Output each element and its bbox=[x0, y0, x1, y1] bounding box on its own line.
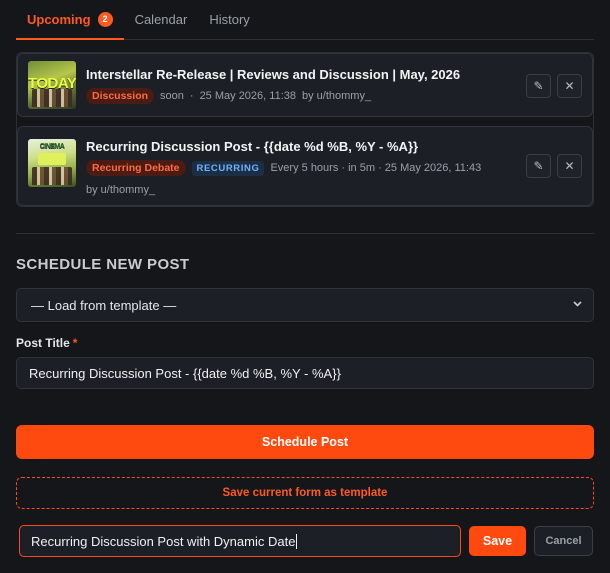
post-title-input-value: Recurring Discussion Post - {{date %d %B… bbox=[29, 365, 341, 381]
post-body: Interstellar Re-Release | Reviews and Di… bbox=[86, 67, 582, 104]
edit-button[interactable]: ✎ bbox=[526, 74, 551, 98]
post-title: Interstellar Re-Release | Reviews and Di… bbox=[86, 66, 461, 82]
tab-history-label: History bbox=[209, 11, 250, 27]
template-save-row: Recurring Discussion Post with Dynamic D… bbox=[16, 525, 594, 557]
edit-button[interactable]: ✎ bbox=[526, 154, 551, 178]
post-actions: ✎ ✕ bbox=[526, 74, 582, 98]
post-meta: Discussion soon · 25 May 2026, 11:38 by … bbox=[86, 87, 582, 104]
text-caret bbox=[296, 533, 298, 549]
upcoming-count-badge: 2 bbox=[97, 11, 113, 27]
template-select-value: — Load from template — bbox=[31, 297, 177, 313]
meta-separator: · bbox=[189, 89, 194, 102]
save-as-template-button[interactable]: Save current form as template bbox=[16, 477, 594, 509]
template-select[interactable]: — Load from template — bbox=[16, 288, 594, 322]
section-divider bbox=[16, 233, 594, 234]
post-date: 25 May 2026, 11:38 bbox=[199, 89, 296, 102]
cancel-button[interactable]: Cancel bbox=[534, 526, 593, 556]
pencil-icon: ✎ bbox=[533, 79, 544, 93]
section-title: SCHEDULE NEW POST bbox=[16, 256, 190, 273]
tab-calendar-label: Calendar bbox=[134, 11, 188, 27]
thumbnail-caption: CINEMA bbox=[39, 143, 65, 150]
tab-bar: Upcoming 2 Calendar History bbox=[16, 0, 594, 40]
chevron-down-icon bbox=[572, 298, 583, 312]
post-title: Recurring Discussion Post - {{date %d %B… bbox=[86, 139, 419, 154]
template-name-value: Recurring Discussion Post with Dynamic D… bbox=[31, 533, 296, 549]
post-title-label: Post Title * bbox=[16, 336, 594, 350]
post-actions: ✎ ✕ bbox=[526, 154, 582, 178]
thumbnail-figures bbox=[32, 167, 72, 185]
post-thumbnail: CINEMA bbox=[28, 139, 76, 187]
post-body: Recurring Discussion Post - {{date %d %B… bbox=[86, 139, 582, 197]
thumbnail-figures bbox=[32, 89, 72, 107]
upcoming-post-list: TODAY Interstellar Re-Release | Reviews … bbox=[16, 52, 594, 207]
recurring-badge: RECURRING bbox=[191, 160, 265, 176]
schedule-post-label: Schedule Post bbox=[261, 435, 349, 449]
close-icon: ✕ bbox=[564, 79, 575, 93]
flair-badge: Recurring Debate bbox=[86, 160, 186, 176]
flair-badge: Discussion bbox=[86, 87, 155, 104]
post-author: by u/thommy_ bbox=[301, 89, 372, 102]
tab-history[interactable]: History bbox=[198, 0, 260, 39]
post-author: by u/thommy_ bbox=[86, 184, 156, 196]
tab-calendar[interactable]: Calendar bbox=[124, 0, 199, 39]
post-meta: Recurring Debate RECURRING Every 5 hours… bbox=[86, 160, 582, 176]
tab-upcoming-label: Upcoming bbox=[27, 11, 91, 27]
post-title-label-text: Post Title bbox=[16, 336, 70, 350]
close-icon: ✕ bbox=[564, 159, 575, 173]
delete-button[interactable]: ✕ bbox=[557, 154, 582, 178]
save-as-template-label: Save current form as template bbox=[222, 487, 388, 499]
schedule-post-button[interactable]: Schedule Post bbox=[16, 425, 594, 459]
delete-button[interactable]: ✕ bbox=[557, 74, 582, 98]
template-name-input[interactable]: Recurring Discussion Post with Dynamic D… bbox=[19, 525, 461, 557]
post-title-input[interactable]: Recurring Discussion Post - {{date %d %B… bbox=[16, 357, 594, 389]
tab-upcoming[interactable]: Upcoming 2 bbox=[16, 0, 124, 40]
save-label: Save bbox=[482, 534, 513, 548]
post-card: TODAY Interstellar Re-Release | Reviews … bbox=[17, 53, 593, 117]
cancel-label: Cancel bbox=[545, 535, 582, 547]
post-schedule: Every 5 hours · in 5m · 25 May 2026, 11:… bbox=[270, 162, 482, 174]
scheduler-panel: Upcoming 2 Calendar History TODAY Inters… bbox=[0, 0, 610, 573]
required-marker: * bbox=[72, 336, 78, 350]
post-card: CINEMA Recurring Discussion Post - {{dat… bbox=[17, 126, 593, 206]
save-button[interactable]: Save bbox=[469, 526, 526, 556]
post-when: soon bbox=[160, 89, 184, 102]
pencil-icon: ✎ bbox=[533, 159, 544, 173]
post-thumbnail: TODAY bbox=[28, 61, 76, 109]
thumbnail-banner bbox=[38, 153, 66, 165]
